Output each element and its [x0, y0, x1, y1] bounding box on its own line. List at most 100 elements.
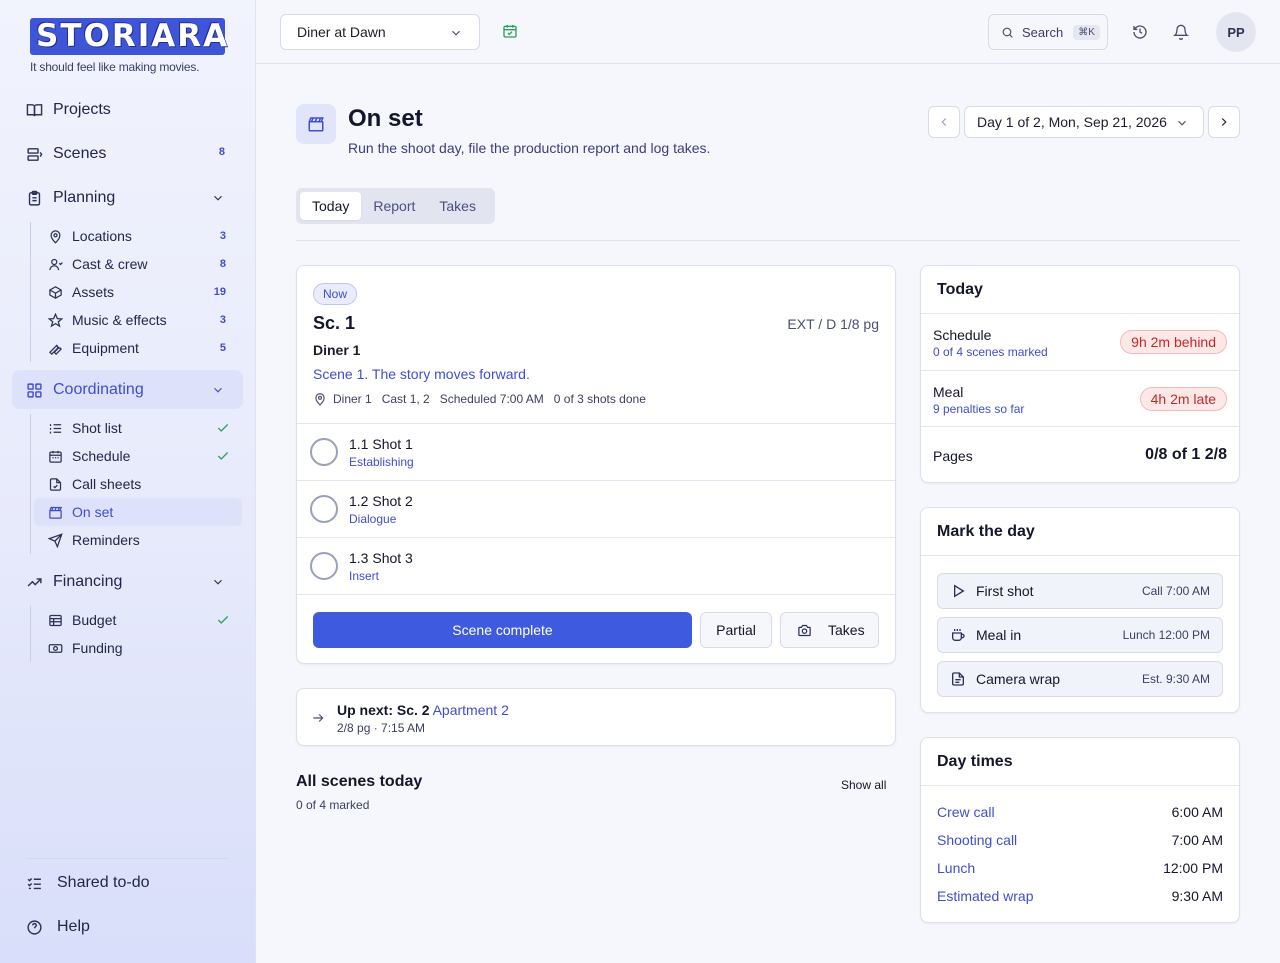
camera-icon	[798, 624, 811, 636]
nav-financing[interactable]: Financing	[26, 570, 122, 594]
scene-title: Sc. 1	[313, 313, 356, 333]
nav-help[interactable]: Help	[26, 915, 90, 939]
nav-scenes[interactable]: Scenes	[26, 142, 106, 166]
next-day-button[interactable]	[1208, 106, 1240, 138]
nav-planning[interactable]: Planning	[26, 186, 115, 210]
search-label: Search	[1022, 24, 1064, 40]
tab-today[interactable]: Today	[300, 192, 362, 220]
project-select[interactable]: Diner at Dawn	[280, 14, 480, 50]
locations-count: 3	[219, 230, 226, 242]
nav-scenes-label: Scenes	[53, 145, 107, 162]
nav-projects[interactable]: Projects	[26, 98, 111, 122]
grid-icon	[27, 382, 42, 398]
time-value: 7:00 AM	[1171, 832, 1223, 848]
time-value: 6:00 AM	[1171, 804, 1223, 820]
meal-in-meta: Lunch 12:00 PM	[1122, 628, 1210, 642]
sidebar-item-label: Funding	[72, 640, 123, 656]
camera-wrap-button[interactable]: Camera wrap Est. 9:30 AM	[937, 661, 1223, 697]
shot-done-toggle[interactable]	[310, 495, 338, 523]
sidebar-item-equipment[interactable]: Equipment 5	[34, 334, 242, 362]
sidebar-item-label: Equipment	[72, 340, 139, 356]
project-select-value: Diner at Dawn	[297, 24, 386, 40]
banknote-icon	[48, 643, 63, 653]
takes-button[interactable]: Takes	[780, 612, 879, 648]
meal-stat: Meal 9 penalties so far 4h 2m late	[921, 371, 1239, 427]
nav-shared-todo-label: Shared to-do	[57, 874, 150, 891]
shot-name: 1.3 Shot 3	[349, 550, 413, 566]
previous-day-button[interactable]	[928, 106, 960, 138]
first-shot-button[interactable]: First shot Call 7:00 AM	[937, 573, 1223, 609]
meal-sub: 9 penalties so far	[933, 402, 1025, 416]
page-header-icon	[296, 104, 336, 144]
up-next-card[interactable]: Up next: Sc. 2 Apartment 2 2/8 pg · 7:15 …	[296, 688, 896, 746]
up-next-location: Apartment 2	[432, 702, 509, 718]
day-select-value: Day 1 of 2, Mon, Sep 21, 2026	[977, 114, 1167, 130]
shot-type: Dialogue	[349, 512, 397, 526]
first-shot-label: First shot	[976, 583, 1034, 599]
sidebar-item-assets[interactable]: Assets 19	[34, 278, 242, 306]
schedule-status-badge: 9h 2m behind	[1120, 330, 1227, 354]
chevron-left-icon	[941, 118, 947, 126]
logo[interactable]: STORIARA	[30, 18, 227, 55]
scene-complete-button[interactable]: Scene complete	[313, 612, 692, 648]
sidebar-item-funding[interactable]: Funding	[34, 634, 242, 662]
chevron-right-icon	[1221, 118, 1227, 126]
nav-coordinating-label: Coordinating	[53, 381, 144, 398]
book-icon	[26, 103, 43, 116]
sidebar-item-reminders[interactable]: Reminders	[34, 526, 242, 554]
shot-row: 1.3 Shot 3 Insert	[297, 537, 895, 594]
now-badge: Now	[313, 283, 358, 305]
tab-report[interactable]: Report	[361, 192, 427, 220]
sidebar-item-music-effects[interactable]: Music & effects 3	[34, 306, 242, 334]
history-icon[interactable]	[1132, 24, 1148, 40]
topbar: Diner at Dawn Search ⌘K PP	[256, 0, 1280, 64]
scenes-icon	[27, 147, 43, 161]
page-subtitle: Run the shoot day, file the production r…	[348, 140, 711, 156]
time-row: Lunch 12:00 PM	[937, 860, 1223, 876]
nav-shared-todo[interactable]: Shared to-do	[26, 871, 150, 895]
meal-in-button[interactable]: Meal in Lunch 12:00 PM	[937, 617, 1223, 653]
planning-chevron-down-icon[interactable]	[211, 191, 225, 205]
box-icon	[49, 285, 62, 299]
check-icon	[217, 424, 229, 432]
day-select[interactable]: Day 1 of 2, Mon, Sep 21, 2026	[964, 106, 1204, 138]
sidebar-item-label: On set	[72, 504, 114, 520]
sidebar-item-on-set[interactable]: On set	[34, 498, 242, 526]
sidebar-item-schedule[interactable]: Schedule	[34, 442, 242, 470]
mark-day-title: Mark the day	[921, 508, 1239, 556]
shot-done-toggle[interactable]	[310, 438, 338, 466]
sidebar-item-cast-crew[interactable]: Cast & crew 8	[34, 250, 242, 278]
nav-help-label: Help	[57, 918, 90, 935]
chevron-down-icon	[1178, 120, 1186, 126]
scene-info-location: Diner 1	[333, 392, 372, 406]
sidebar-item-budget[interactable]: Budget	[34, 606, 242, 634]
avatar[interactable]: PP	[1216, 12, 1256, 52]
play-icon	[954, 584, 965, 598]
meal-label: Meal	[933, 384, 964, 400]
first-shot-meta: Call 7:00 AM	[1141, 584, 1210, 598]
page-title: On set	[348, 105, 423, 132]
search-button[interactable]: Search ⌘K	[988, 14, 1108, 50]
sidebar-item-locations[interactable]: Locations 3	[34, 222, 242, 250]
coordinating-chevron-down-icon[interactable]	[211, 383, 225, 397]
sidebar-item-label: Shot list	[72, 420, 122, 436]
calendar-check-icon[interactable]	[502, 23, 518, 39]
tab-takes[interactable]: Takes	[427, 192, 488, 220]
planning-tree-line	[30, 222, 31, 362]
shot-done-toggle[interactable]	[310, 552, 338, 580]
partial-button[interactable]: Partial	[700, 612, 772, 648]
shot-type: Establishing	[349, 455, 414, 469]
time-label: Lunch	[937, 860, 976, 876]
bell-icon[interactable]	[1173, 24, 1189, 40]
nav-coordinating[interactable]: Coordinating	[26, 378, 144, 402]
coordinating-tree-line	[30, 414, 31, 554]
schedule-label: Schedule	[933, 327, 992, 343]
sidebar-item-label: Reminders	[72, 532, 140, 548]
sidebar-item-call-sheets[interactable]: Call sheets	[34, 470, 242, 498]
sidebar-item-shot-list[interactable]: Shot list	[34, 414, 242, 442]
financing-chevron-down-icon[interactable]	[211, 575, 225, 589]
show-all-button[interactable]: Show all	[841, 778, 886, 792]
document-icon	[952, 672, 964, 686]
coffee-icon	[952, 629, 965, 641]
pages-stat: Pages 0/8 of 1 2/8	[921, 427, 1239, 482]
